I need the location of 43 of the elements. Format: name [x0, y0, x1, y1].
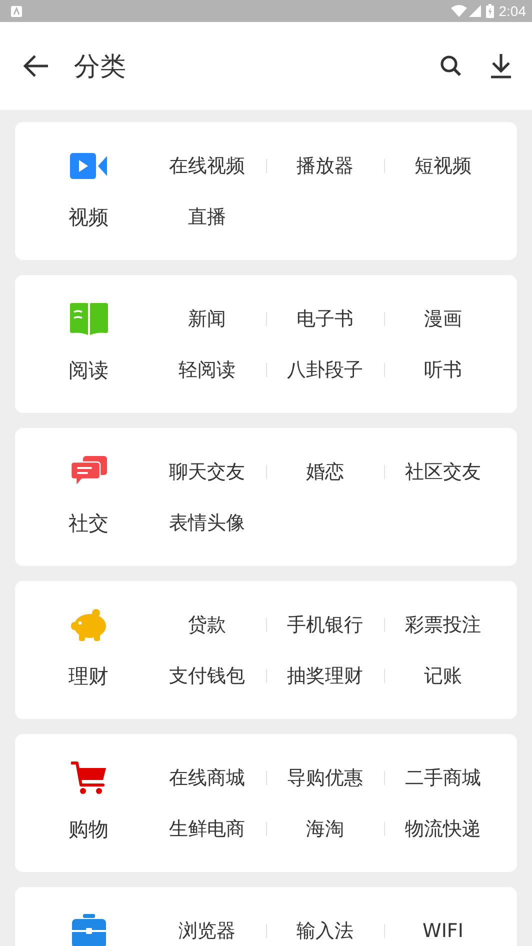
subcategory-link[interactable]: 在线商城	[169, 765, 245, 791]
subcategory-link[interactable]: 贷款	[188, 612, 226, 638]
subcategory-link[interactable]: 直播	[188, 204, 226, 230]
category-name: 视频	[68, 204, 108, 230]
signal-icon	[468, 5, 481, 17]
subcategory-link[interactable]: 漫画	[424, 306, 462, 332]
subcategory-link[interactable]: 聊天交友	[169, 459, 245, 485]
subcategory-link[interactable]: 海淘	[306, 816, 344, 842]
category-name: 阅读	[68, 356, 108, 384]
subcategory-link[interactable]: 短视频	[414, 153, 472, 179]
search-icon	[440, 55, 462, 77]
wifi-icon	[450, 5, 467, 17]
subcategory-link[interactable]: 导购优惠	[287, 765, 363, 791]
subcategory-link[interactable]: 轻阅读	[178, 357, 236, 383]
subcategory-link[interactable]: 二手商城	[405, 765, 481, 791]
subcategory-link[interactable]: 八卦段子	[287, 357, 363, 383]
subcategory-link[interactable]: 生鲜电商	[169, 816, 245, 842]
subcategory-link[interactable]: 新闻	[188, 306, 226, 332]
battery-icon	[486, 4, 494, 18]
subcategory-link[interactable]: 记账	[424, 663, 462, 689]
subcategory-link[interactable]: WIFI	[422, 920, 464, 942]
subcategory-link[interactable]: 播放器	[296, 153, 354, 179]
subcategory-link[interactable]: 听书	[424, 357, 462, 383]
subcategory-link[interactable]: 表情头像	[169, 510, 245, 536]
subcategory-link[interactable]: 支付钱包	[169, 663, 245, 689]
subcategory-link[interactable]: 在线视频	[169, 153, 245, 179]
category-name: 理财	[68, 662, 108, 690]
subcategory-link[interactable]: 手机银行	[287, 612, 363, 638]
download-icon	[490, 53, 512, 79]
subcategory-link[interactable]: 抽奖理财	[287, 663, 363, 689]
category-name: 购物	[68, 816, 108, 842]
status-time: 2:04	[498, 3, 526, 19]
subcategory-link[interactable]: 输入法	[296, 918, 354, 944]
subcategory-link[interactable]: 电子书	[296, 306, 354, 332]
subcategory-link[interactable]: 婚恋	[306, 459, 344, 485]
category-name: 社交	[68, 510, 108, 536]
subcategory-link[interactable]: 社区交友	[405, 459, 481, 485]
page-title: 分类	[74, 50, 127, 84]
notification-icon	[11, 6, 22, 16]
subcategory-link[interactable]: 物流快递	[405, 816, 481, 842]
subcategory-link[interactable]: 浏览器	[178, 918, 236, 944]
back-arrow-icon	[23, 54, 49, 78]
subcategory-link[interactable]: 彩票投注	[405, 612, 481, 638]
